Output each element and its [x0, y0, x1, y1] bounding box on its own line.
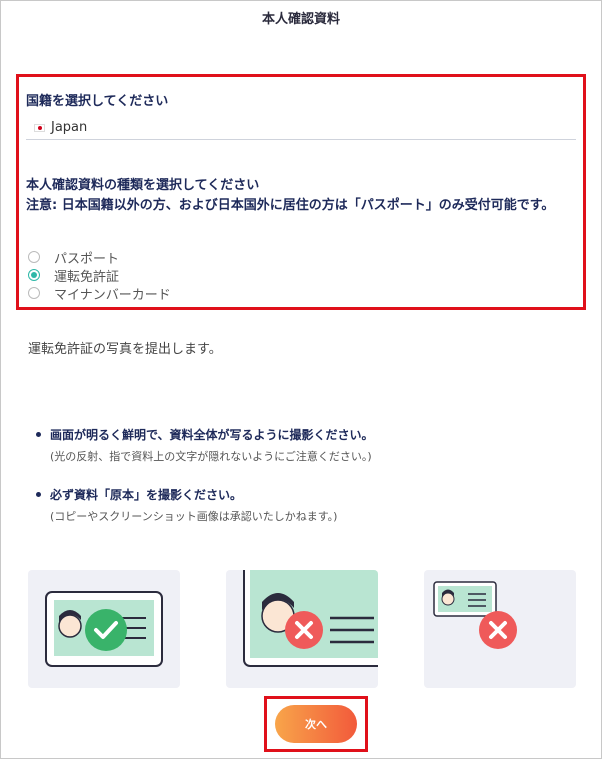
- radio-label: マイナンバーカード: [54, 287, 171, 303]
- document-type-radio-group: パスポート 運転免許証 マイナンバーカード: [28, 248, 171, 303]
- cross-icon: [285, 611, 323, 649]
- radio-option-mynumber-card[interactable]: マイナンバーカード: [28, 284, 171, 303]
- radio-label: パスポート: [54, 251, 120, 267]
- radio-label: 運転免許証: [54, 269, 120, 285]
- tip-item: 必ず資料「原本」を撮影ください。 (コピーやスクリーンショット画像は承認いたしか…: [36, 486, 576, 524]
- japan-flag-icon: [34, 123, 45, 132]
- next-button[interactable]: 次へ: [275, 705, 357, 743]
- radio-button[interactable]: [28, 251, 40, 263]
- nationality-heading: 国籍を選択してください: [26, 94, 169, 109]
- document-type-note: 注意: 日本国籍以外の方、および日本国外に居住の方は「パスポート」のみ受付可能で…: [26, 198, 555, 213]
- tips-list: 画面が明るく鮮明で、資料全体が写るように撮影ください。 (光の反射、指で資料上の…: [36, 426, 576, 546]
- nationality-value: Japan: [51, 120, 88, 135]
- nationality-select[interactable]: Japan: [26, 116, 576, 140]
- tip-sub-text: (光の反射、指で資料上の文字が隠れないようにご注意ください。): [50, 450, 372, 463]
- radio-button[interactable]: [28, 287, 40, 299]
- cross-icon: [479, 611, 517, 649]
- page-title: 本人確認資料: [261, 12, 340, 27]
- radio-option-drivers-license[interactable]: 運転免許証: [28, 266, 171, 285]
- check-icon: [85, 609, 127, 651]
- instruction-text: 運転免許証の写真を提出します。: [28, 342, 222, 357]
- tip-item: 画面が明るく鮮明で、資料全体が写るように撮影ください。 (光の反射、指で資料上の…: [36, 426, 576, 464]
- example-too-far-card: [424, 570, 576, 688]
- radio-button-checked[interactable]: [28, 269, 40, 281]
- document-type-heading: 本人確認資料の種類を選択してください: [26, 178, 260, 193]
- tip-sub-text: (コピーやスクリーンショット画像は承認いたしかねます。): [50, 510, 338, 523]
- next-button-highlight: 次へ: [264, 696, 368, 752]
- tip-main-text: 画面が明るく鮮明で、資料全体が写るように撮影ください。: [36, 426, 576, 443]
- example-too-close-card: [226, 570, 378, 688]
- example-good-card: [28, 570, 180, 688]
- tip-main-text: 必ず資料「原本」を撮影ください。: [36, 486, 576, 503]
- radio-option-passport[interactable]: パスポート: [28, 248, 171, 267]
